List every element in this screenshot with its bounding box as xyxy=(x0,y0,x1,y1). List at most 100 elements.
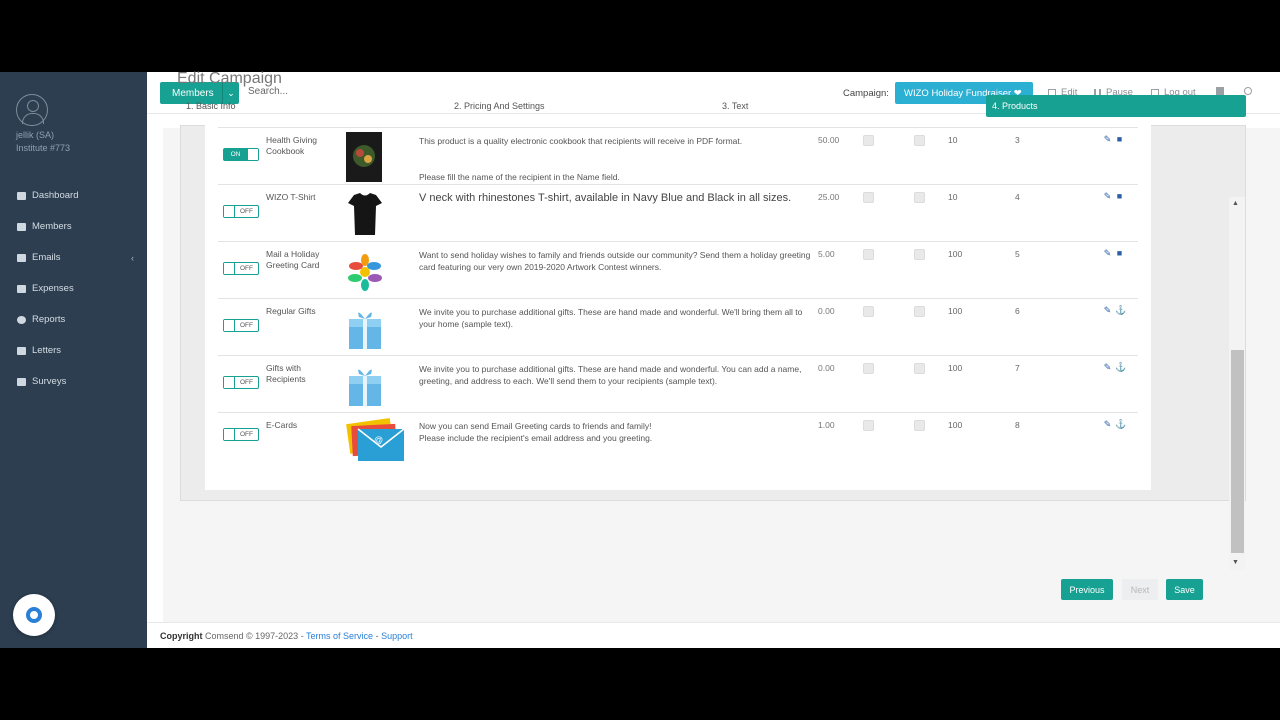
product-description: Now you can send Email Greeting cards to… xyxy=(419,420,814,444)
product-quantity: 10 xyxy=(948,192,958,202)
trash-icon[interactable]: ■ xyxy=(1115,249,1124,258)
sidebar-item-surveys[interactable]: Surveys xyxy=(0,366,147,397)
step-text[interactable]: 3. Text xyxy=(716,95,984,117)
product-desc-line: This product is a quality electronic coo… xyxy=(419,136,743,146)
terms-link[interactable]: Terms of Service xyxy=(306,631,373,641)
support-link[interactable]: Support xyxy=(381,631,413,641)
toggle-label: OFF xyxy=(240,265,253,272)
product-checkbox-b[interactable] xyxy=(914,135,925,146)
sidebar-item-reports[interactable]: Reports xyxy=(0,304,147,335)
product-toggle[interactable]: OFF xyxy=(223,376,259,389)
toggle-knob xyxy=(247,149,258,160)
product-desc-line: V neck with rhinestones T-shirt, availab… xyxy=(419,192,792,204)
trash-icon[interactable]: ■ xyxy=(1115,192,1124,201)
edit-icon[interactable]: ✎ xyxy=(1103,420,1112,429)
step-products[interactable]: 4. Products xyxy=(986,95,1246,117)
product-checkbox-b[interactable] xyxy=(914,192,925,203)
product-quantity: 100 xyxy=(948,363,963,373)
product-name: Health Giving Cookbook xyxy=(266,135,318,156)
next-button[interactable]: Next xyxy=(1122,579,1158,600)
table-row: OFF Gifts with Recipients We invite you to… xyxy=(218,355,1138,412)
anchor-icon[interactable]: ⚓ xyxy=(1115,363,1126,372)
product-quantity: 100 xyxy=(948,306,963,316)
product-toggle[interactable]: OFF xyxy=(223,205,259,218)
product-description: Want to send holiday wishes to family an… xyxy=(419,249,814,273)
save-button[interactable]: Save xyxy=(1166,579,1203,600)
trash-icon[interactable]: ■ xyxy=(1115,135,1124,144)
edit-icon[interactable]: ✎ xyxy=(1103,135,1112,144)
sidebar: jellik (SA) Institute #773 Dashboard Mem… xyxy=(0,72,147,648)
product-checkbox-a[interactable] xyxy=(863,135,874,146)
footer-copyright: Copyright xyxy=(160,631,203,641)
video-icon[interactable] xyxy=(1216,87,1229,95)
product-checkbox-a[interactable] xyxy=(863,363,874,374)
product-image xyxy=(342,360,388,410)
anchor-icon[interactable]: ⚓ xyxy=(1115,420,1126,429)
scroll-down-icon[interactable]: ▼ xyxy=(1232,559,1239,566)
anchor-icon[interactable]: ⚓ xyxy=(1115,306,1126,315)
scrollbar-thumb[interactable] xyxy=(1231,350,1244,553)
product-desc-line: Want to send holiday wishes to family an… xyxy=(419,250,811,272)
product-price: 50.00 xyxy=(818,135,840,145)
sidebar-item-expenses[interactable]: Expenses xyxy=(0,273,147,304)
sidebar-item-emails[interactable]: Emails ‹ xyxy=(0,242,147,273)
product-checkbox-a[interactable] xyxy=(863,306,874,317)
product-description: This product is a quality electronic coo… xyxy=(419,135,814,183)
sidebar-item-label: Surveys xyxy=(32,376,67,387)
product-checkbox-a[interactable] xyxy=(863,249,874,260)
edit-icon[interactable]: ✎ xyxy=(1103,306,1112,315)
product-order: 3 xyxy=(1015,135,1020,145)
product-toggle[interactable]: ON xyxy=(223,148,259,161)
sidebar-item-label: Letters xyxy=(32,345,62,356)
gear-icon xyxy=(1244,87,1252,95)
users-icon xyxy=(17,222,26,231)
product-checkbox-b[interactable] xyxy=(914,306,925,317)
product-order: 7 xyxy=(1015,363,1020,373)
product-order: 5 xyxy=(1015,249,1020,259)
product-quantity: 100 xyxy=(948,249,963,259)
sidebar-item-letters[interactable]: Letters xyxy=(0,335,147,366)
avatar[interactable] xyxy=(16,94,48,126)
step-basic-info[interactable]: 1. Basic Info xyxy=(180,95,448,117)
product-toggle[interactable]: OFF xyxy=(223,428,259,441)
product-quantity: 10 xyxy=(948,135,958,145)
dashboard-icon xyxy=(17,191,26,200)
table-row: OFF Regular Gifts We invite you to purchas… xyxy=(218,298,1138,355)
product-checkbox-b[interactable] xyxy=(914,363,925,374)
toggle-label: OFF xyxy=(240,322,253,329)
settings-button[interactable] xyxy=(1244,87,1257,95)
product-price: 5.00 xyxy=(818,249,835,259)
product-toggle[interactable]: OFF xyxy=(223,319,259,332)
toggle-label: ON xyxy=(230,151,241,158)
edit-icon[interactable]: ✎ xyxy=(1103,192,1112,201)
table-row: OFF WIZO T-Shirt V neck with rhinestones T… xyxy=(218,184,1138,241)
scroll-up-icon[interactable]: ▲ xyxy=(1232,200,1239,207)
product-order: 4 xyxy=(1015,192,1020,202)
product-desc-line2: Please fill the name of the recipient in… xyxy=(419,172,620,182)
edit-icon[interactable]: ✎ xyxy=(1103,249,1112,258)
table-row: ON Health Giving Cookbook This product is … xyxy=(218,127,1138,184)
sidebar-item-members[interactable]: Members xyxy=(0,211,147,242)
sidebar-item-dashboard[interactable]: Dashboard xyxy=(0,180,147,211)
edit-icon[interactable]: ✎ xyxy=(1103,363,1112,372)
table-row: OFF Mail a Holiday Greeting Card Want to s… xyxy=(218,241,1138,298)
product-checkbox-b[interactable] xyxy=(914,420,925,431)
help-button[interactable] xyxy=(13,594,55,636)
product-checkbox-a[interactable] xyxy=(863,192,874,203)
step-pricing-settings[interactable]: 2. Pricing And Settings xyxy=(448,95,716,117)
sidebar-nav: Dashboard Members Emails ‹ Expenses Repor… xyxy=(0,180,147,397)
letter-icon xyxy=(17,346,26,355)
svg-text:@: @ xyxy=(374,435,383,445)
product-checkbox-a[interactable] xyxy=(863,420,874,431)
product-toggle[interactable]: OFF xyxy=(223,262,259,275)
product-image xyxy=(342,132,388,182)
sidebar-item-label: Emails xyxy=(32,252,61,263)
lifebuoy-icon xyxy=(26,607,42,623)
product-name: WIZO T-Shirt xyxy=(266,192,316,202)
product-price: 0.00 xyxy=(818,363,835,373)
previous-button[interactable]: Previous xyxy=(1061,579,1113,600)
product-checkbox-b[interactable] xyxy=(914,249,925,260)
product-order: 6 xyxy=(1015,306,1020,316)
footer-sep: - xyxy=(373,631,382,641)
product-desc-line2: Please include the recipient's email add… xyxy=(419,433,653,443)
